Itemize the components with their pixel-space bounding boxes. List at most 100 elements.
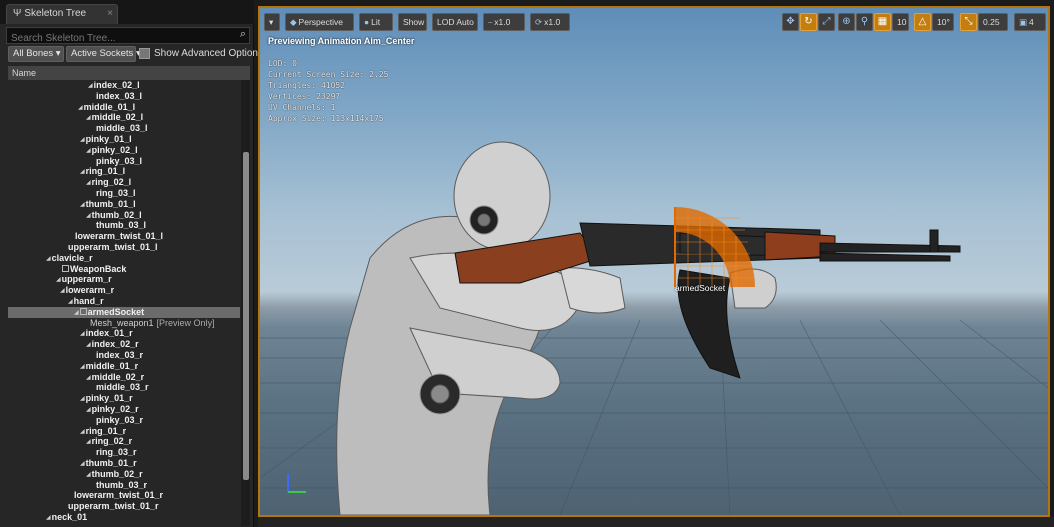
expand-arrow-icon[interactable]: ◢ <box>80 429 85 435</box>
scale-snap-value[interactable]: 0.25 <box>978 13 1008 31</box>
lod-button[interactable]: LOD Auto <box>432 13 478 31</box>
tree-bone-row[interactable]: pinky_03_r <box>8 415 240 426</box>
tree-bone-row[interactable]: thumb_03_l <box>8 220 240 231</box>
view-mode-button[interactable]: ◆ Perspective <box>285 13 354 31</box>
expand-arrow-icon[interactable]: ◢ <box>86 439 91 445</box>
grid-snap-value[interactable]: 10 <box>892 13 909 31</box>
surface-snap-icon[interactable]: ⚲ <box>856 13 873 31</box>
scale-snap-icon[interactable]: ⤡ <box>960 13 977 31</box>
bone-icon: Ψ <box>13 8 22 19</box>
tree-item-label: upperarm_twist_01_l <box>68 242 158 252</box>
tree-bone-row[interactable]: ◢thumb_01_l <box>8 199 240 210</box>
expand-arrow-icon[interactable]: ◢ <box>60 288 65 294</box>
show-advanced-checkbox[interactable] <box>139 48 150 59</box>
grid-snap-icon[interactable]: ▦ <box>874 13 891 31</box>
rotation-snap-value[interactable]: 10° <box>932 13 954 31</box>
expand-arrow-icon[interactable]: ◢ <box>86 148 91 154</box>
tree-bone-row[interactable]: middle_03_l <box>8 123 240 134</box>
tree-bone-row[interactable]: upperarm_twist_01_r <box>8 501 240 512</box>
translate-mode-icon[interactable]: ✥ <box>782 13 799 31</box>
tree-bone-row[interactable]: ring_03_l <box>8 188 240 199</box>
name-column-header[interactable]: Name <box>8 66 250 80</box>
tree-bone-row[interactable]: ◢lowerarm_r <box>8 285 240 296</box>
close-icon[interactable]: × <box>107 5 113 23</box>
viewport-options-button[interactable]: ▾ <box>264 13 280 31</box>
tree-bone-row[interactable]: ◢ring_01_r <box>8 426 240 437</box>
show-button[interactable]: Show <box>398 13 427 31</box>
tree-bone-row[interactable]: ◢upperarm_r <box>8 274 240 285</box>
tree-socket-row[interactable]: WeaponBack <box>8 264 240 275</box>
expand-arrow-icon[interactable]: ◢ <box>86 375 91 381</box>
tree-bone-row[interactable]: ◢middle_01_r <box>8 361 240 372</box>
rotation-snap-icon[interactable]: △ <box>914 13 931 31</box>
scrollbar-thumb[interactable] <box>243 152 249 480</box>
tree-bone-row[interactable]: ring_03_r <box>8 447 240 458</box>
tree-bone-row[interactable]: ◢index_01_r <box>8 328 240 339</box>
tree-item-label: upperarm_twist_01_r <box>68 501 159 512</box>
socket-label[interactable]: armedSocket <box>675 283 725 293</box>
expand-arrow-icon[interactable]: ◢ <box>80 202 85 208</box>
tree-bone-row[interactable]: ◢middle_02_r <box>8 372 240 383</box>
tree-bone-row[interactable]: index_03_l <box>8 91 240 102</box>
tree-bone-row[interactable]: ◢index_02_l <box>8 80 240 91</box>
speed-button[interactable]: ⎯ x1.0 <box>483 13 525 31</box>
animation-viewport[interactable]: ▾ ◆ Perspective ● Lit Show LOD Auto ⎯ x1.0 … <box>258 6 1050 517</box>
expand-arrow-icon[interactable]: ◢ <box>88 83 93 89</box>
expand-arrow-icon[interactable]: ◢ <box>86 407 91 413</box>
tree-bone-row[interactable]: index_03_r <box>8 350 240 361</box>
expand-arrow-icon[interactable]: ◢ <box>86 472 91 478</box>
search-input[interactable] <box>7 31 227 46</box>
tree-bone-row[interactable]: upperarm_twist_01_l <box>8 242 240 253</box>
camera-speed-button[interactable]: ▣ 4 <box>1014 13 1046 31</box>
tree-bone-row[interactable]: ◢thumb_02_r <box>8 469 240 480</box>
tree-bone-row[interactable]: ◢pinky_01_r <box>8 393 240 404</box>
tree-bone-row[interactable]: ◢clavicle_r <box>8 253 240 264</box>
all-bones-dropdown[interactable]: All Bones ▾ <box>8 46 64 62</box>
expand-arrow-icon[interactable]: ◢ <box>68 299 73 305</box>
search-icon[interactable]: ⌕ <box>240 28 246 41</box>
expand-arrow-icon[interactable]: ◢ <box>78 105 83 111</box>
tree-bone-row[interactable]: Mesh_weapon1 [Preview Only] <box>8 318 240 329</box>
tree-bone-row[interactable]: thumb_03_r <box>8 480 240 491</box>
tree-bone-row[interactable]: ◢pinky_02_l <box>8 145 240 156</box>
tree-bone-row[interactable]: ◢hand_r <box>8 296 240 307</box>
tree-bone-row[interactable]: ◢pinky_01_l <box>8 134 240 145</box>
tree-bone-row[interactable]: ◢ring_02_l <box>8 177 240 188</box>
tree-bone-row[interactable]: ◢thumb_02_l <box>8 210 240 221</box>
expand-arrow-icon[interactable]: ◢ <box>80 461 85 467</box>
expand-arrow-icon[interactable]: ◢ <box>74 310 79 316</box>
tree-bone-row[interactable]: ◢thumb_01_r <box>8 458 240 469</box>
tree-bone-row[interactable]: ◢ring_02_r <box>8 436 240 447</box>
expand-arrow-icon[interactable]: ◢ <box>86 115 91 121</box>
tree-socket-row[interactable]: ◢ armedSocket <box>8 306 240 318</box>
world-space-icon[interactable]: ⊕ <box>838 13 855 31</box>
rotate-mode-icon[interactable]: ↻ <box>800 13 817 31</box>
tree-bone-row[interactable]: middle_03_r <box>8 382 240 393</box>
tree-bone-row[interactable]: pinky_03_l <box>8 156 240 167</box>
tree-bone-row[interactable]: ◢middle_02_l <box>8 112 240 123</box>
expand-arrow-icon[interactable]: ◢ <box>46 515 51 521</box>
lighting-mode-button[interactable]: ● Lit <box>359 13 393 31</box>
expand-arrow-icon[interactable]: ◢ <box>80 169 85 175</box>
tree-bone-row[interactable]: lowerarm_twist_01_l <box>8 231 240 242</box>
scale-mode-icon[interactable]: ⤢ <box>818 13 835 31</box>
socket-icon <box>62 264 69 272</box>
tree-bone-row[interactable]: lowerarm_twist_01_r <box>8 490 240 501</box>
tree-bone-row[interactable]: ◢pinky_02_r <box>8 404 240 415</box>
tree-bone-row[interactable]: ◢neck_01 <box>8 512 240 523</box>
tree-bone-row[interactable]: ◢ring_01_l <box>8 166 240 177</box>
expand-arrow-icon[interactable]: ◢ <box>80 137 85 143</box>
active-sockets-dropdown[interactable]: Active Sockets ▾ <box>66 46 141 62</box>
expand-arrow-icon[interactable]: ◢ <box>46 256 51 262</box>
expand-arrow-icon[interactable]: ◢ <box>86 342 91 348</box>
skeleton-tree-tab[interactable]: Ψ Skeleton Tree × <box>6 4 118 24</box>
expand-arrow-icon[interactable]: ◢ <box>80 396 85 402</box>
playback-rate-button[interactable]: ⟳ x1.0 <box>530 13 570 31</box>
tree-bone-row[interactable]: ◢index_02_r <box>8 339 240 350</box>
expand-arrow-icon[interactable]: ◢ <box>80 364 85 370</box>
expand-arrow-icon[interactable]: ◢ <box>56 277 61 283</box>
expand-arrow-icon[interactable]: ◢ <box>86 213 91 219</box>
tree-bone-row[interactable]: ◢middle_01_l <box>8 102 240 113</box>
expand-arrow-icon[interactable]: ◢ <box>86 180 91 186</box>
expand-arrow-icon[interactable]: ◢ <box>80 331 85 337</box>
